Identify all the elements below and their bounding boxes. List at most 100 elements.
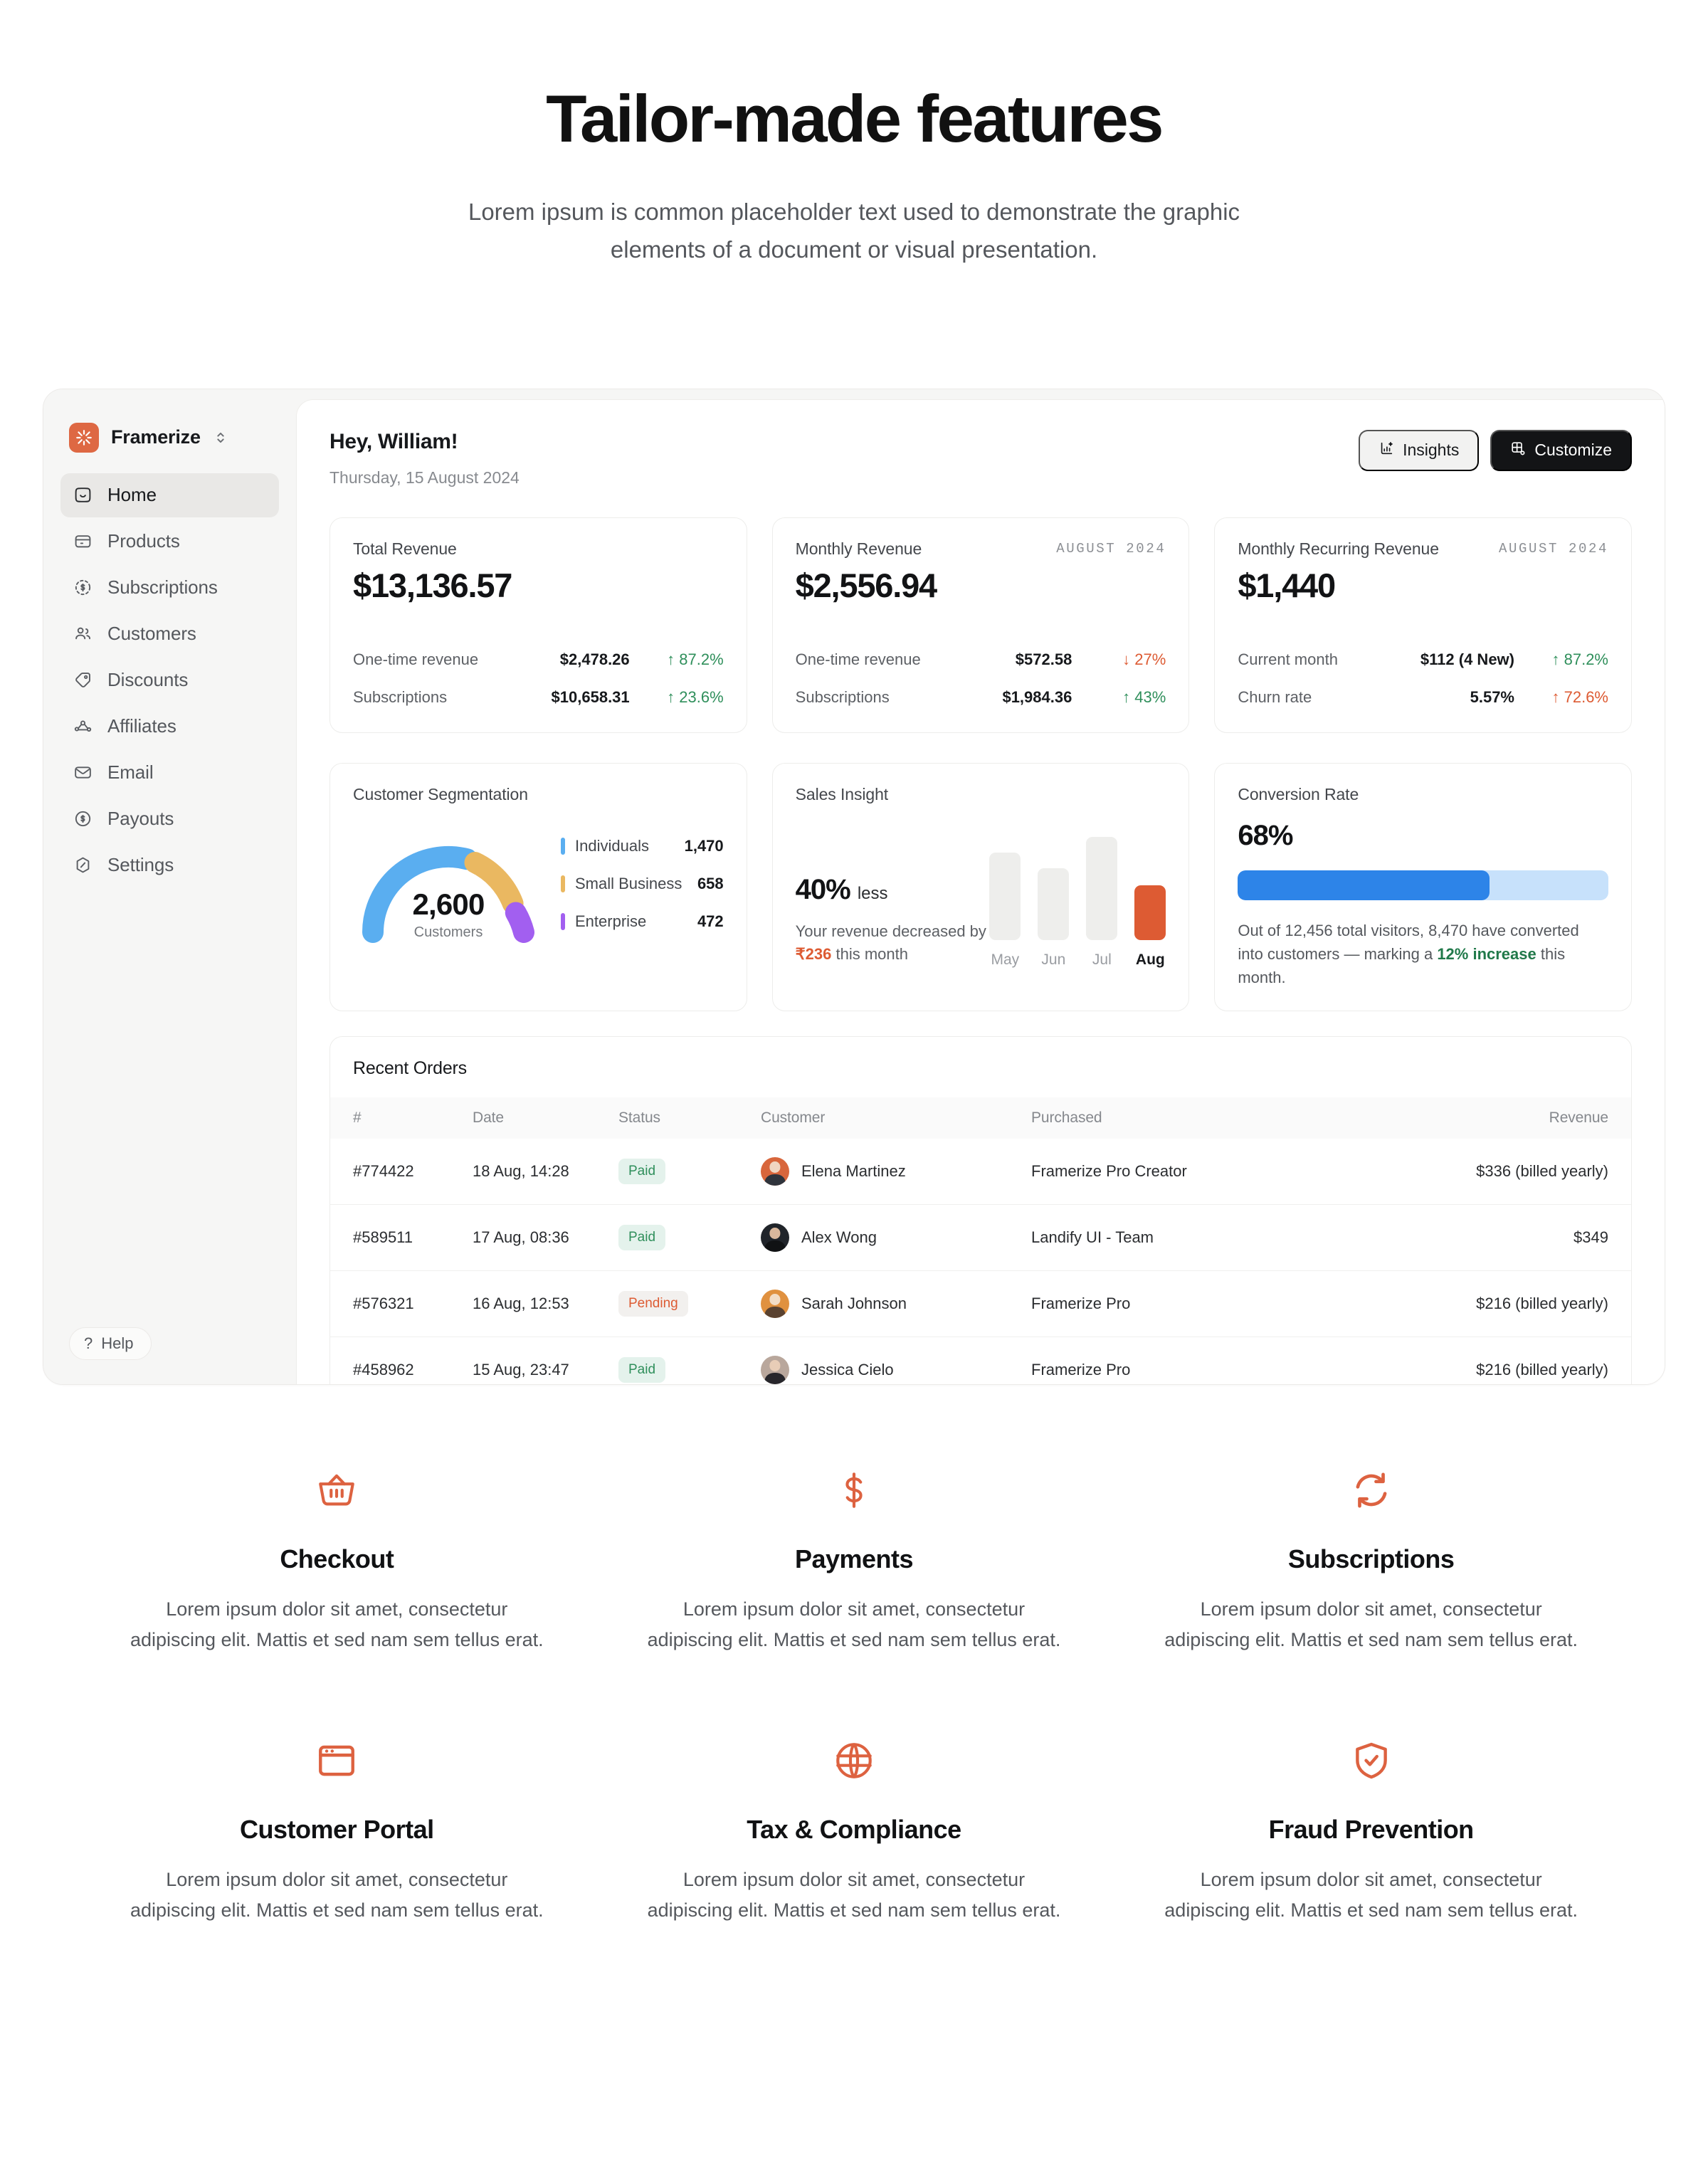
sidebar: Framerize Home Products Subscriptions Cu… — [43, 389, 296, 1384]
stat-row: One-time revenue $2,478.26 ↑ 87.2% — [353, 646, 724, 673]
sidebar-item-discounts[interactable]: Discounts — [60, 658, 279, 702]
legend-value: 472 — [697, 912, 724, 930]
avatar — [761, 1156, 789, 1186]
greeting-text: Hey, William! — [330, 429, 458, 453]
bar-label: Aug — [1135, 951, 1165, 968]
column-header-date[interactable]: Date — [465, 1097, 611, 1139]
avatar — [761, 1355, 789, 1384]
sidebar-item-payouts[interactable]: Payouts — [60, 797, 279, 841]
cell-date: 18 Aug, 14:28 — [465, 1138, 611, 1205]
legend-swatch-individuals — [561, 837, 565, 855]
sidebar-item-label: Settings — [107, 854, 174, 876]
insights-button[interactable]: Insights — [1359, 429, 1480, 471]
feature-description: Lorem ipsum dolor sit amet, consectetur … — [130, 1868, 544, 1921]
column-header-revenue[interactable]: Revenue — [1335, 1097, 1631, 1139]
segmentation-total: 2,600 — [412, 887, 485, 921]
sidebar-item-settings[interactable]: Settings — [60, 843, 279, 887]
customize-label: Customize — [1534, 441, 1612, 460]
feature-title: Checkout — [280, 1544, 394, 1573]
stat-label: Current month — [1238, 650, 1338, 668]
sidebar-item-home[interactable]: Home — [60, 473, 279, 517]
bar-column: May — [989, 852, 1021, 969]
cell-revenue: $349 — [1334, 1204, 1631, 1271]
sidebar-item-subscriptions[interactable]: Subscriptions — [60, 566, 279, 610]
feature-title: Customer Portal — [240, 1814, 434, 1844]
stat-value: $2,478.26 — [559, 650, 630, 668]
sidebar-item-email[interactable]: Email — [60, 751, 279, 795]
dashboard-window: Framerize Home Products Subscriptions Cu… — [43, 388, 1665, 1385]
bar-aug — [1134, 885, 1166, 940]
sidebar-item-label: Payouts — [107, 808, 174, 830]
sales-decrease-pct: 40% less — [796, 874, 990, 906]
table-row[interactable]: #589511 17 Aug, 08:36 Paid Alex Wong Lan… — [330, 1204, 1631, 1271]
brand-switcher[interactable]: Framerize — [60, 413, 279, 458]
sidebar-item-products[interactable]: Products — [60, 520, 279, 564]
cell-revenue: $216 (billed yearly) — [1334, 1270, 1631, 1337]
status-badge: Paid — [618, 1356, 666, 1383]
conversion-note-highlight: 12% increase — [1437, 944, 1536, 963]
recent-orders-table: # Date Status Customer Purchased Revenue… — [330, 1097, 1631, 1384]
card-title: Monthly Recurring Revenue — [1238, 539, 1439, 558]
column-header-status[interactable]: Status — [611, 1097, 754, 1139]
cell-status: Pending — [611, 1270, 754, 1337]
feature-title: Payments — [794, 1544, 914, 1573]
basket-icon — [121, 1465, 553, 1516]
sidebar-item-affiliates[interactable]: Affiliates — [60, 705, 279, 749]
column-header-customer[interactable]: Customer — [754, 1097, 1024, 1139]
sidebar-item-customers[interactable]: Customers — [60, 612, 279, 656]
table-row[interactable]: #458962 15 Aug, 23:47 Paid Jessica Cielo — [330, 1337, 1631, 1384]
stat-delta: ↑ 72.6% — [1551, 687, 1609, 706]
insights-label: Insights — [1403, 441, 1460, 460]
stat-row: Subscriptions $1,984.36 ↑ 43% — [796, 684, 1166, 711]
stat-delta: ↑ 87.2% — [667, 650, 724, 668]
sales-note-suffix: this month — [835, 944, 908, 963]
sales-insight-text: 40% less Your revenue decreased by ₹236 … — [796, 874, 990, 969]
cell-customer: Alex Wong — [754, 1204, 1024, 1271]
card-period: AUGUST 2024 — [1498, 541, 1608, 557]
legend-item: Small Business 658 — [561, 875, 724, 893]
cell-id: #774422 — [330, 1138, 465, 1205]
stat-label: One-time revenue — [353, 650, 479, 668]
home-icon — [72, 485, 93, 506]
sidebar-item-label: Subscriptions — [107, 576, 218, 599]
sidebar-footer: ? Help — [60, 1327, 279, 1384]
legend-value: 658 — [697, 874, 724, 892]
table-body: #774422 18 Aug, 14:28 Paid Elena Martine… — [330, 1138, 1631, 1384]
insights-icon — [1378, 441, 1394, 460]
segmentation-total-label: Customers — [413, 924, 483, 940]
greeting-block: Hey, William! Thursday, 15 August 2024 — [330, 430, 520, 487]
browser-window-icon — [121, 1735, 553, 1786]
page-title: Tailor-made features — [546, 81, 1164, 156]
conversion-pct: 68% — [1238, 819, 1293, 851]
help-label: Help — [101, 1334, 134, 1352]
stat-row: Churn rate 5.57% ↑ 72.6% — [1238, 684, 1608, 711]
stat-delta: ↑ 43% — [1122, 687, 1166, 706]
stat-row: One-time revenue $572.58 ↓ 27% — [796, 646, 1166, 673]
cell-status: Paid — [611, 1337, 754, 1384]
bar-jul — [1086, 836, 1118, 940]
feature-checkout: Checkout Lorem ipsum dolor sit amet, con… — [93, 1465, 581, 1655]
card-value: $2,556.94 — [795, 566, 937, 604]
stat-label: Subscriptions — [353, 687, 448, 706]
table-row[interactable]: #576321 16 Aug, 12:53 Pending Sarah John… — [330, 1270, 1631, 1337]
table-row[interactable]: #774422 18 Aug, 14:28 Paid Elena Martine… — [330, 1138, 1631, 1205]
column-header-purchased[interactable]: Purchased — [1024, 1097, 1335, 1139]
envelope-icon — [72, 762, 93, 784]
stat-delta: ↑ 87.2% — [1551, 650, 1609, 668]
customize-button[interactable]: Customize — [1490, 429, 1632, 471]
hero-section: Tailor-made features Lorem ipsum is comm… — [0, 0, 1708, 269]
dollar-icon — [638, 1465, 1070, 1516]
cell-id: #589511 — [330, 1204, 465, 1271]
help-button[interactable]: ? Help — [69, 1327, 152, 1360]
cell-revenue: $216 (billed yearly) — [1334, 1337, 1631, 1384]
feature-description: Lorem ipsum dolor sit amet, consectetur … — [1164, 1598, 1578, 1650]
table-header-row: # Date Status Customer Purchased Revenue — [330, 1097, 1631, 1139]
page-subtitle: Lorem ipsum is common placeholder text u… — [468, 198, 1240, 263]
feature-customer-portal: Customer Portal Lorem ipsum dolor sit am… — [93, 1735, 581, 1926]
bar-label: Jul — [1092, 951, 1112, 968]
conversion-progress-bar — [1238, 870, 1608, 900]
feature-tax-compliance: Tax & Compliance Lorem ipsum dolor sit a… — [610, 1735, 1099, 1926]
column-header-id[interactable]: # — [330, 1097, 465, 1139]
sales-pct-number: 40% — [795, 873, 851, 905]
card-value: $13,136.57 — [353, 566, 512, 604]
